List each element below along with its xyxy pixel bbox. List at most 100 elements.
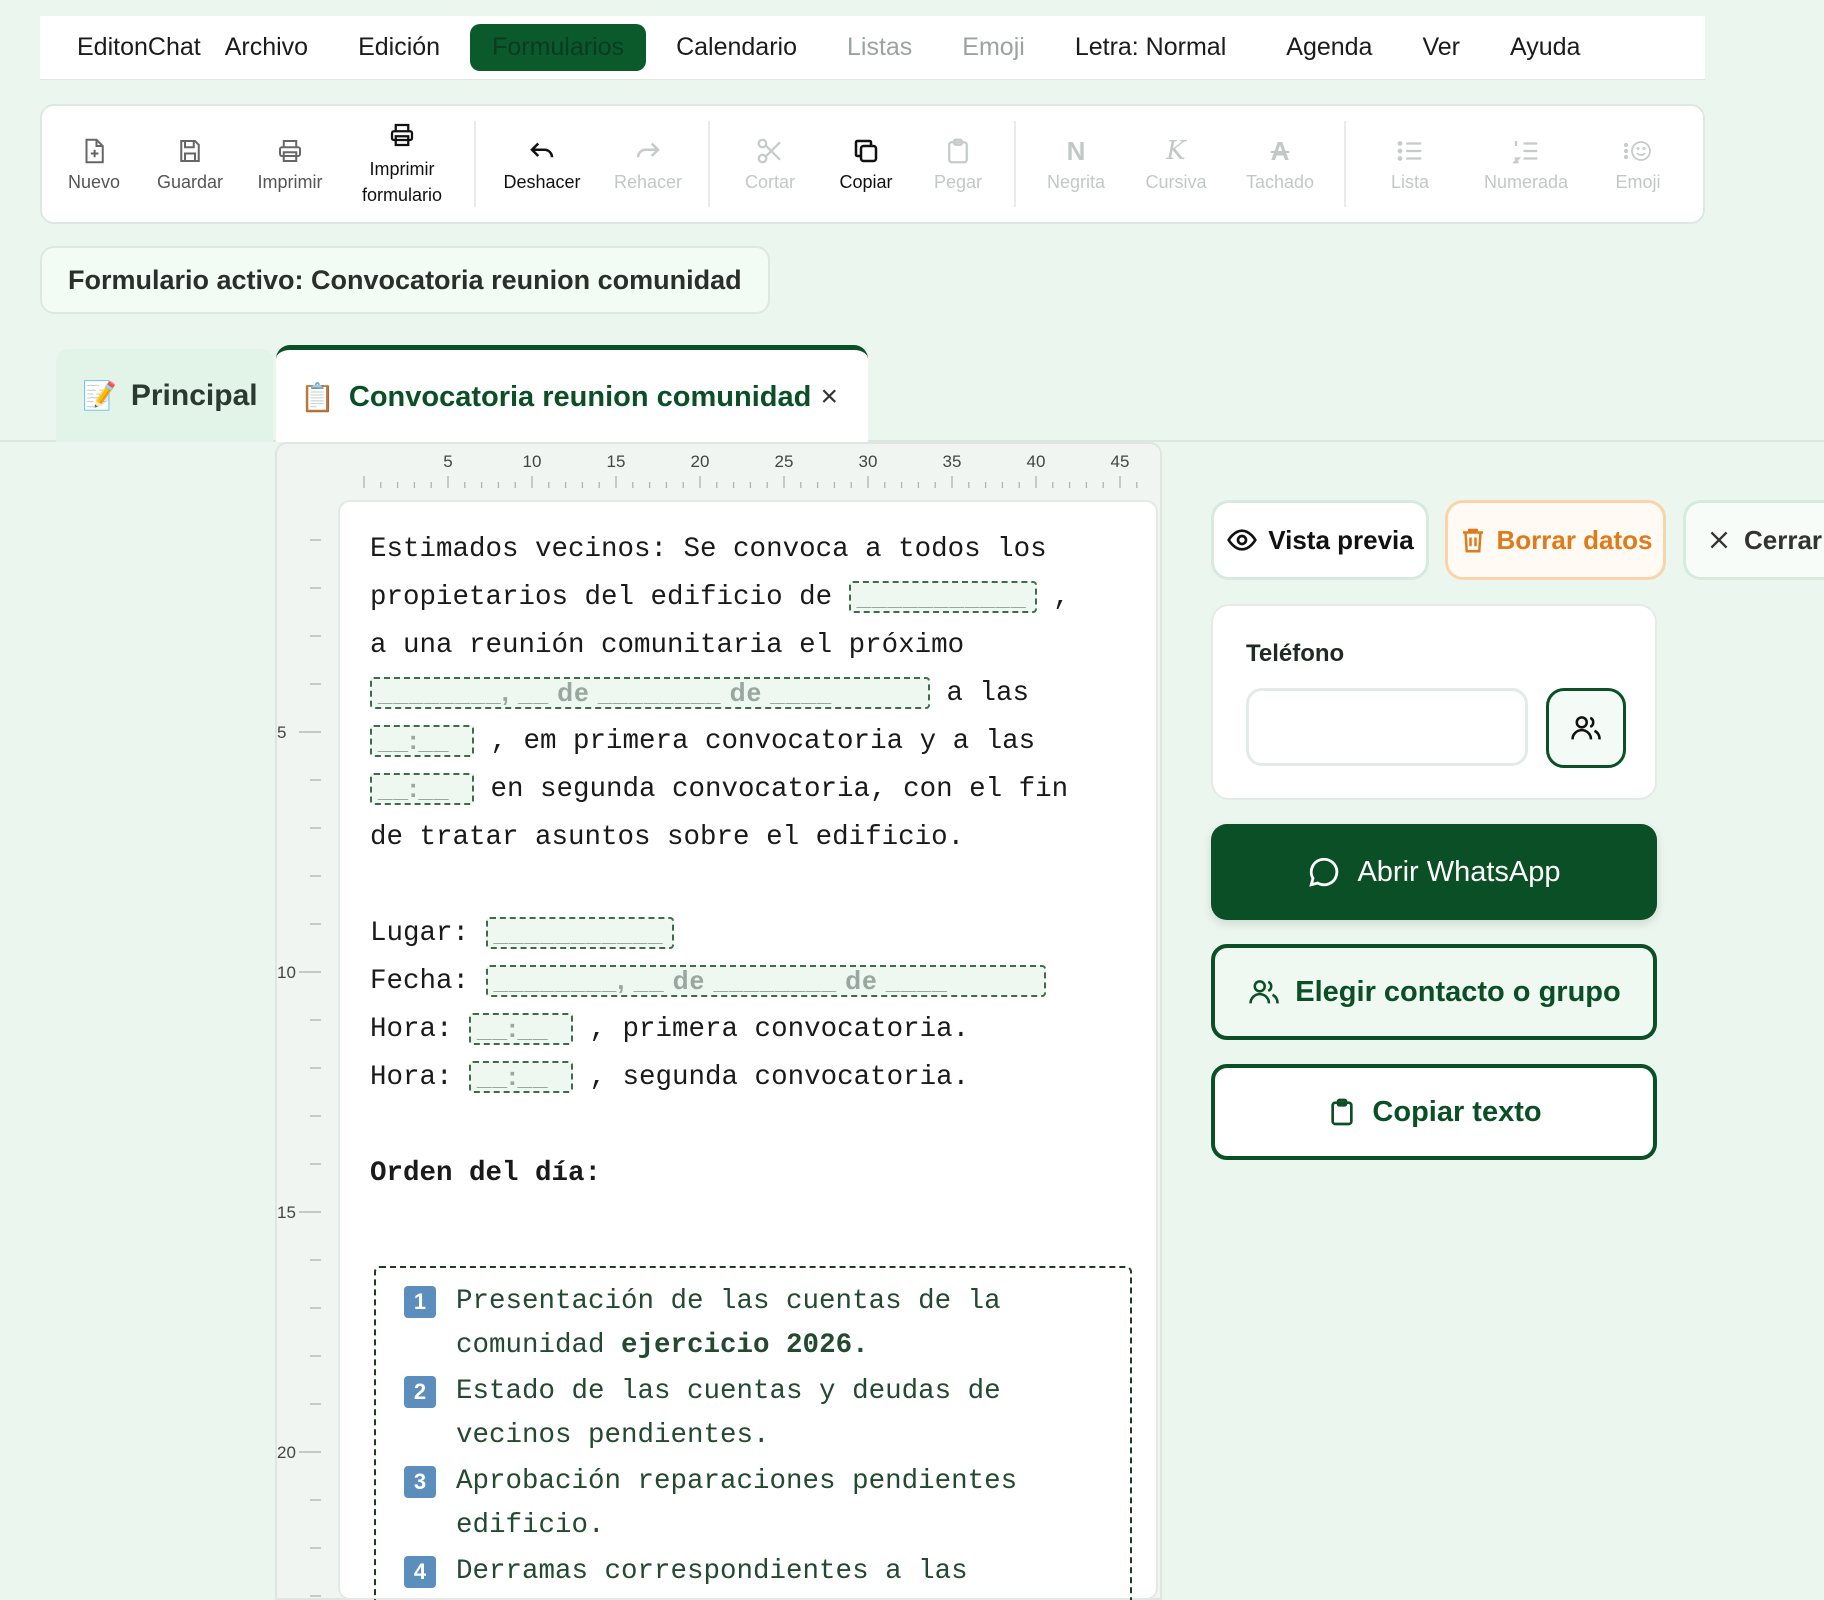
- users-icon: [1571, 716, 1601, 740]
- order-item-text: edificio.: [456, 1510, 605, 1541]
- save-icon: [180, 139, 200, 162]
- print-label: Imprimir: [257, 171, 323, 192]
- keycap-number-icon: 3: [404, 1466, 436, 1498]
- open-whatsapp-button[interactable]: Abrir WhatsApp: [1211, 824, 1657, 920]
- close-form-button[interactable]: Cerrar: [1683, 500, 1824, 580]
- choose-contact-button[interactable]: Elegir contacto o grupo: [1211, 944, 1657, 1040]
- doc-text: ,: [1036, 582, 1070, 613]
- undo-icon: [530, 142, 554, 157]
- lugar-label: Lugar:: [370, 918, 486, 949]
- copy-text-button[interactable]: Copiar texto: [1211, 1064, 1657, 1160]
- document-page[interactable]: Estimados vecinos: Se convoca a todos lo…: [338, 500, 1158, 1600]
- undo-label: Deshacer: [503, 171, 581, 192]
- doc-line: __:__ en segunda convocatoria, con el fi…: [370, 766, 1126, 814]
- toolbar-separator: [1344, 121, 1346, 207]
- ruler-label: 5: [443, 452, 452, 471]
- close-tab-icon[interactable]: ×: [820, 380, 838, 414]
- save-button[interactable]: Guardar: [154, 114, 226, 214]
- list-button[interactable]: Lista: [1370, 114, 1450, 214]
- preview-button[interactable]: Vista previa: [1211, 500, 1429, 580]
- doc-line: de tratar asuntos sobre el edificio.: [370, 822, 965, 853]
- building-field[interactable]: ___________: [848, 580, 1037, 613]
- time-field-second[interactable]: __:__: [370, 772, 474, 805]
- cut-label: Cortar: [744, 171, 795, 192]
- menu-calendario[interactable]: Calendario: [676, 33, 797, 62]
- printer-icon: [279, 139, 301, 162]
- hora-field-second[interactable]: __:__: [469, 1060, 574, 1093]
- doc-line: ________, __ de ________ de ____ a las: [370, 670, 1126, 718]
- active-form-label: Formulario activo: Convocatoria reunion …: [40, 246, 770, 314]
- print-form-button[interactable]: Imprimir formulario: [354, 114, 450, 214]
- doc-line: propietarios del edificio de ___________…: [370, 574, 1126, 622]
- doc-line: Estimados vecinos: Se convoca a todos lo…: [370, 534, 1047, 565]
- doc-line: a una reunión comunitaria el próximo: [370, 630, 965, 661]
- bold-button[interactable]: N Negrita: [1040, 114, 1112, 214]
- new-button[interactable]: Nuevo: [62, 114, 126, 214]
- emoji-icon: [1623, 140, 1651, 161]
- close-icon: [1710, 531, 1728, 549]
- bold-icon: N: [1066, 135, 1086, 166]
- strikethrough-button[interactable]: A Tachado: [1240, 114, 1320, 214]
- contacts-button[interactable]: [1546, 688, 1626, 768]
- tab-principal-label: Principal: [130, 378, 258, 412]
- clear-data-button[interactable]: Borrar datos: [1445, 500, 1666, 580]
- redo-button[interactable]: Rehacer: [612, 114, 684, 214]
- italic-icon: K: [1166, 135, 1186, 166]
- date-field[interactable]: ________, __ de ________ de ____: [370, 676, 930, 709]
- order-item-text: Presentación de las cuentas de la: [456, 1286, 1001, 1317]
- undo-button[interactable]: Deshacer: [500, 114, 584, 214]
- lugar-field[interactable]: ___________: [485, 916, 674, 949]
- emoji-button[interactable]: Emoji: [1602, 114, 1674, 214]
- toolbar-separator: [1014, 121, 1016, 207]
- time-field-first[interactable]: __:__: [370, 724, 474, 757]
- app-name: EditonChat: [77, 33, 201, 61]
- menu-agenda[interactable]: Agenda: [1286, 33, 1372, 62]
- order-item-text: comunidad: [456, 1330, 622, 1361]
- cut-button[interactable]: Cortar: [734, 114, 806, 214]
- tab-convocatoria[interactable]: 📋 Convocatoria reunion comunidad ×: [276, 345, 868, 444]
- toolbar: Nuevo Guardar Imprimir Imprimir formular…: [40, 104, 1705, 224]
- menu-letra[interactable]: Letra: Normal: [1075, 33, 1226, 62]
- order-item-text: Derramas correspondientes a las: [456, 1556, 968, 1587]
- toolbar-separator: [474, 121, 476, 207]
- phone-input[interactable]: [1246, 688, 1528, 766]
- copy-button[interactable]: Copiar: [834, 114, 898, 214]
- ruler-label: 5: [277, 723, 286, 742]
- keycap-number-icon: 4: [404, 1556, 436, 1588]
- copy-text-label: Copiar texto: [1372, 1095, 1542, 1128]
- menu-listas[interactable]: Listas: [847, 33, 912, 62]
- menu-emoji[interactable]: Emoji: [962, 33, 1025, 62]
- hora-field-first[interactable]: __:__: [469, 1012, 574, 1045]
- menu-archivo[interactable]: Archivo: [225, 33, 308, 62]
- chat-bubble-icon: [1309, 857, 1339, 887]
- menu-ver[interactable]: Ver: [1422, 33, 1460, 62]
- menu-formularios[interactable]: Formularios: [470, 24, 647, 71]
- ruler-label: 40: [1027, 452, 1046, 471]
- toolbar-separator: [708, 121, 710, 207]
- copy-label: Copiar: [839, 171, 893, 192]
- strikethrough-icon: A: [1270, 135, 1290, 166]
- ruler-label: 25: [775, 452, 794, 471]
- phone-label: Teléfono: [1246, 640, 1345, 667]
- order-item: 4 Derramas correspondientes a las: [404, 1550, 1102, 1594]
- print-button[interactable]: Imprimir: [254, 114, 326, 214]
- italic-button[interactable]: K Cursiva: [1140, 114, 1212, 214]
- numbered-list-button[interactable]: Numerada: [1478, 114, 1574, 214]
- ruler-label: 15: [277, 1203, 296, 1222]
- menu-ayuda[interactable]: Ayuda: [1510, 33, 1580, 62]
- order-item-text: comunidad ejercicio 2026.: [456, 1324, 1001, 1368]
- menu-edicion[interactable]: Edición: [358, 33, 440, 62]
- order-item: 1 Presentación de las cuentas de la comun…: [404, 1280, 1102, 1368]
- scissors-icon: [757, 138, 781, 163]
- printer-form-icon: [390, 123, 414, 147]
- bold-label: Negrita: [1046, 171, 1106, 192]
- order-title: Orden del día:: [370, 1158, 602, 1189]
- preview-label: Vista previa: [1268, 524, 1414, 555]
- tab-principal[interactable]: 📝 Principal: [56, 349, 273, 442]
- order-item-text: Estado de las cuentas y deudas de: [456, 1376, 1001, 1407]
- doc-text: a las: [930, 678, 1030, 709]
- paste-button[interactable]: Pegar: [926, 114, 990, 214]
- fecha-field[interactable]: ________, __ de ________ de ____: [485, 964, 1046, 997]
- order-list-box[interactable]: 1 Presentación de las cuentas de la comun…: [374, 1266, 1132, 1600]
- ruler-label: 15: [607, 452, 626, 471]
